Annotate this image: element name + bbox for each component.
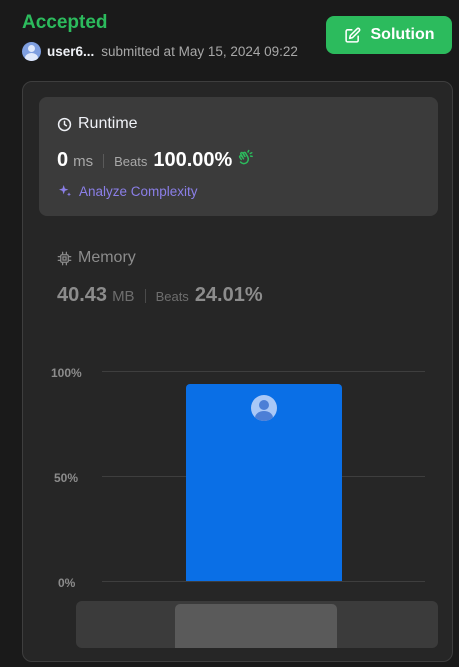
scrollbar-thumb[interactable] xyxy=(175,604,337,648)
runtime-metrics: 0 ms Beats 100.00% xyxy=(57,149,254,172)
clap-icon xyxy=(236,149,254,172)
memory-unit: MB xyxy=(112,288,135,305)
runtime-value: 0 xyxy=(57,149,69,171)
status-accepted: Accepted xyxy=(22,12,108,33)
y-tick-label: 100% xyxy=(51,366,82,380)
divider xyxy=(144,288,146,303)
runtime-unit: ms xyxy=(73,153,94,170)
sparkle-icon xyxy=(59,185,71,197)
username[interactable]: user6... xyxy=(47,44,94,59)
edit-icon xyxy=(344,27,360,43)
memory-title-label: Memory xyxy=(78,249,136,266)
divider xyxy=(103,153,105,168)
chip-icon xyxy=(57,251,72,265)
submission-meta: user6... submitted at May 15, 2024 09:22 xyxy=(22,41,298,61)
analyze-complexity-link[interactable]: Analyze Complexity xyxy=(57,183,198,199)
runtime-beats-value: 100.00% xyxy=(153,149,233,171)
analyze-complexity-label: Analyze Complexity xyxy=(79,183,198,199)
solution-button[interactable]: Solution xyxy=(326,16,452,54)
distribution-bar[interactable] xyxy=(186,383,342,581)
clock-icon xyxy=(57,117,72,131)
memory-metrics: 40.43 MB Beats 24.01% xyxy=(57,284,263,307)
avatar[interactable] xyxy=(22,41,41,61)
submission-header: Accepted user6... submitted at May 15, 2… xyxy=(0,0,459,80)
gridline xyxy=(102,581,425,582)
memory-beats-value: 24.01% xyxy=(194,284,263,306)
gridline xyxy=(102,371,425,372)
runtime-beats-label: Beats xyxy=(114,154,148,169)
your-position-avatar-icon xyxy=(251,394,277,421)
distribution-chart: 100% 50% 0% xyxy=(23,352,454,592)
memory-title[interactable]: Memory xyxy=(57,249,136,267)
y-tick-label: 0% xyxy=(58,576,76,590)
memory-value: 40.43 xyxy=(57,284,108,306)
chart-scrollbar[interactable] xyxy=(76,601,438,648)
runtime-title-label: Runtime xyxy=(78,115,138,132)
runtime-card[interactable]: Runtime 0 ms Beats 100.00% Analyze Compl… xyxy=(39,97,438,216)
runtime-title: Runtime xyxy=(57,115,138,133)
solution-button-label: Solution xyxy=(370,26,435,43)
submitted-time: submitted at May 15, 2024 09:22 xyxy=(101,43,298,59)
y-tick-label: 50% xyxy=(54,471,79,485)
result-panel: Runtime 0 ms Beats 100.00% Analyze Compl… xyxy=(22,81,453,662)
memory-beats-label: Beats xyxy=(155,289,189,304)
